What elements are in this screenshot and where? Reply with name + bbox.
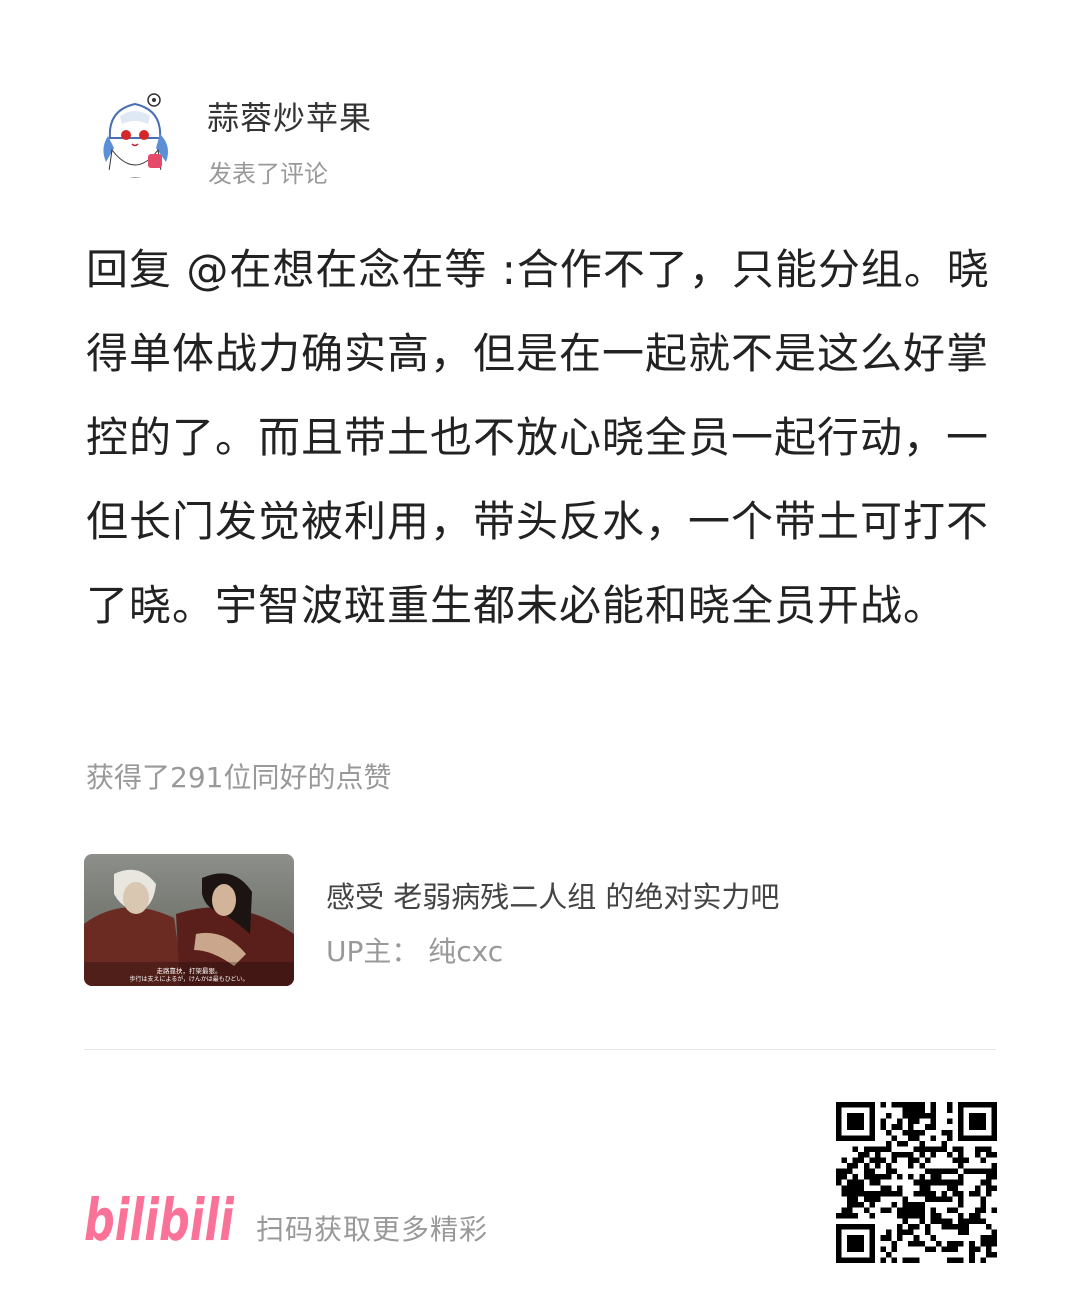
video-thumbnail-image: 走路靠扶，打架最狠。 歩行は支えによるが，けんかは最もひどい。 (84, 854, 294, 986)
thumbnail-subtitle-cn: 走路靠扶，打架最狠。 (157, 966, 222, 975)
comment-text: 回复 @在想在念在等 :合作不了，只能分组。晓得单体战力确实高，但是在一起就不是… (86, 245, 990, 630)
divider (84, 1049, 996, 1050)
user-avatar[interactable] (90, 88, 180, 178)
comment-action-label: 发表了评论 (208, 160, 328, 188)
thumbnail-subtitle-jp: 歩行は支えによるが，けんかは最もひどい。 (129, 975, 248, 983)
likes-count: 获得了291位同好的点赞 (86, 761, 392, 794)
avatar-illustration (90, 88, 180, 178)
video-thumbnail[interactable]: 走路靠扶，打架最狠。 歩行は支えによるが，けんかは最もひどい。 (84, 854, 294, 986)
bilibili-logo-mark: bilibili (84, 1186, 235, 1254)
qr-code[interactable] (836, 1102, 997, 1263)
video-card[interactable]: 走路靠扶，打架最狠。 歩行は支えによるが，けんかは最もひどい。 感受 老弱病残二… (84, 854, 996, 986)
scan-prompt: 扫码获取更多精彩 (256, 1213, 489, 1246)
bilibili-logo: bilibili (84, 1186, 235, 1254)
username[interactable]: 蒜蓉炒苹果 (207, 93, 372, 139)
logo-wordmark: bilibili (84, 1186, 234, 1250)
qr-code-image (836, 1102, 997, 1263)
comment-header: 蒜蓉炒苹果 发表了评论 (90, 88, 990, 188)
video-uploader[interactable]: UP主： 纯cxc (326, 930, 503, 970)
video-title[interactable]: 感受 老弱病残二人组 的绝对实力吧 (326, 874, 779, 916)
